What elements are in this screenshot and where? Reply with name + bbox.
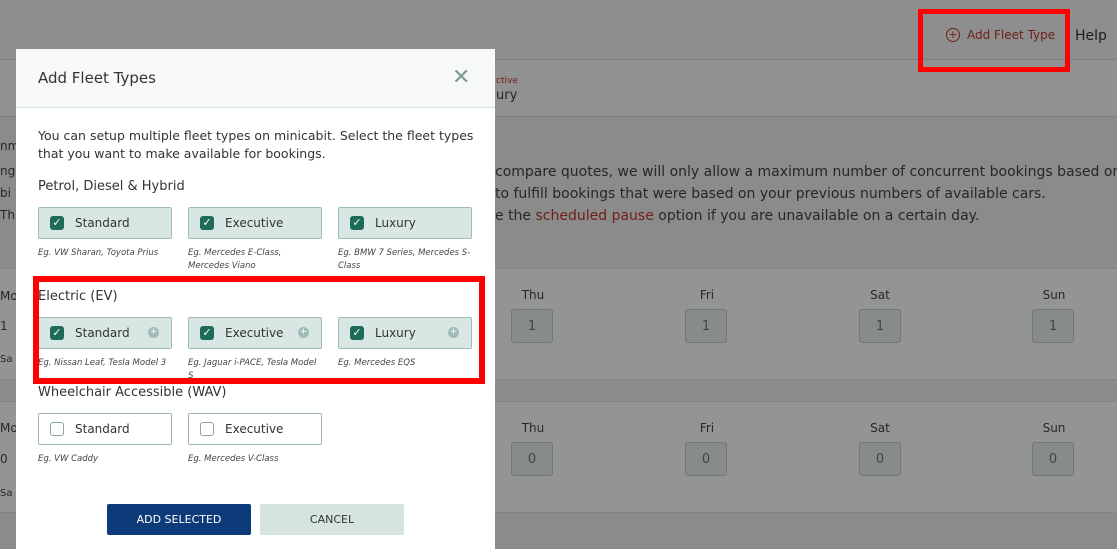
section-title-petrol: Petrol, Diesel & Hybrid [38, 179, 185, 194]
option-label: Standard [75, 216, 130, 230]
checkbox-checked-icon[interactable]: ✓ [200, 216, 214, 230]
option-petrol-standard[interactable]: ✓ Standard [38, 207, 172, 239]
modal-header: Add Fleet Types ✕ [16, 49, 495, 108]
option-wav-executive[interactable]: Executive [188, 413, 322, 445]
close-icon[interactable]: ✕ [452, 65, 470, 90]
option-label: Executive [225, 216, 284, 230]
modal-description: You can setup multiple fleet types on mi… [38, 128, 474, 161]
checkbox-unchecked-icon[interactable] [200, 422, 214, 436]
example-text: Eg. Mercedes V-Class [188, 454, 279, 464]
option-petrol-executive[interactable]: ✓ Executive [188, 207, 322, 239]
example-text: Eg. VW Caddy [38, 454, 99, 464]
option-label: Luxury [375, 216, 416, 230]
checkbox-unchecked-icon[interactable] [50, 422, 64, 436]
example-text: Eg. BMW 7 Series, Mercedes S-Class [338, 248, 471, 271]
option-petrol-luxury[interactable]: ✓ Luxury [338, 207, 472, 239]
section-title-wav: Wheelchair Accessible (WAV) [38, 385, 227, 400]
checkbox-checked-icon[interactable]: ✓ [350, 216, 364, 230]
option-wav-standard[interactable]: Standard [38, 413, 172, 445]
example-text: Eg. Mercedes E-Class, Mercedes Viano [188, 248, 282, 271]
highlight-electric-section [33, 276, 485, 384]
checkbox-checked-icon[interactable]: ✓ [50, 216, 64, 230]
option-label: Executive [225, 422, 284, 436]
example-text: Eg. VW Sharan, Toyota Prius [38, 248, 159, 258]
add-selected-button[interactable]: ADD SELECTED [107, 504, 251, 535]
highlight-add-fleet-type [918, 9, 1070, 72]
option-label: Standard [75, 422, 130, 436]
cancel-button[interactable]: CANCEL [260, 504, 404, 535]
modal-title: Add Fleet Types [38, 69, 156, 87]
